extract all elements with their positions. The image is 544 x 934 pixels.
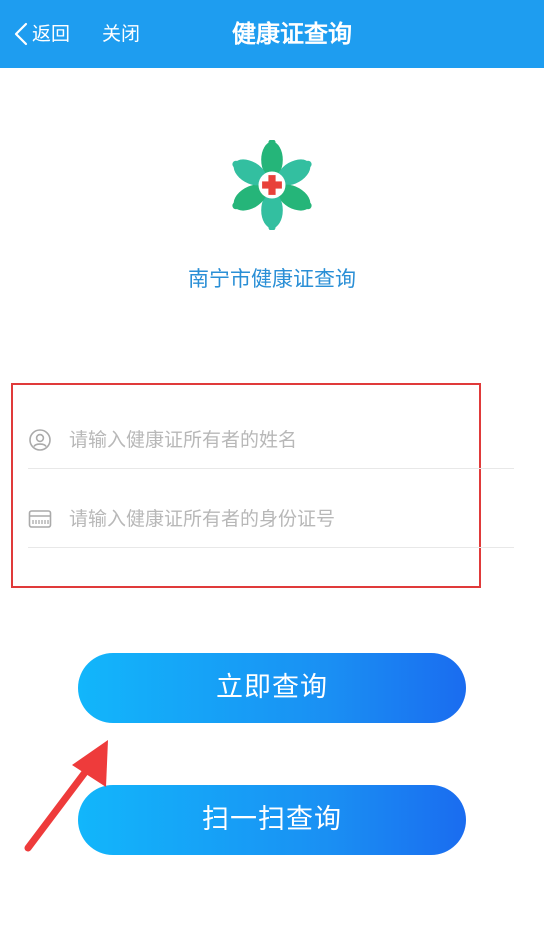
back-button[interactable]: 返回 (14, 16, 70, 52)
id-card-icon (28, 510, 52, 528)
id-number-input[interactable] (69, 499, 499, 539)
name-field[interactable] (28, 412, 514, 469)
query-button[interactable]: 立即查询 (78, 653, 466, 723)
nav-bar: 返回 关闭 健康证查询 (0, 0, 544, 68)
annotation-arrow-icon (24, 740, 108, 852)
back-button-label: 返回 (32, 23, 71, 45)
name-input[interactable] (69, 420, 499, 460)
brand-title: 南宁市健康证查询 (188, 267, 356, 291)
id-number-field[interactable] (28, 491, 514, 548)
health-flower-cross-logo (232, 140, 312, 230)
page-title: 健康证查询 (232, 20, 352, 48)
chevron-left-icon (14, 22, 28, 46)
close-button[interactable]: 关闭 (102, 16, 140, 52)
scan-query-button[interactable]: 扫一扫查询 (78, 785, 466, 855)
user-circle-icon (29, 429, 51, 451)
